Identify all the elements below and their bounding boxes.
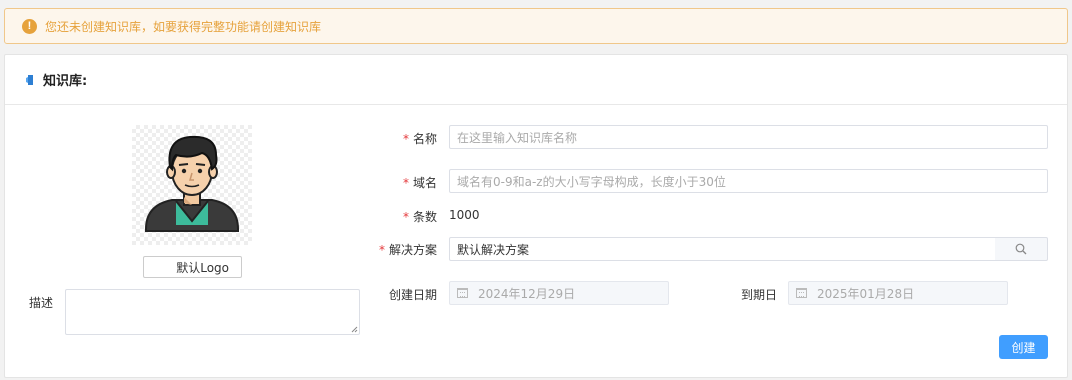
description-textarea[interactable] [65, 289, 360, 335]
created-date-label: 创建日期 [388, 288, 437, 302]
description-label: 描述 [29, 296, 54, 310]
user-avatar-icon [145, 135, 239, 232]
name-label: * 名称 [402, 132, 437, 146]
solution-search-button[interactable] [995, 237, 1048, 261]
calendar-icon [796, 288, 807, 298]
panel-header: 知识库: [5, 55, 1067, 105]
expiry-date-input: 2025年01月28日 [788, 281, 1008, 305]
count-value: 1000 [449, 208, 480, 222]
knowledge-base-panel: 知识库: 默认Logo * 名称 在这里输入知识库名称 * 域名 域名有0-9和a-… [4, 54, 1068, 378]
warning-alert: ! 您还未创建知识库，如要获得完整功能请创建知识库 [4, 8, 1068, 44]
resize-handle-icon[interactable] [351, 326, 358, 333]
warning-icon: ! [22, 18, 37, 34]
solution-label: * 解决方案 [378, 243, 437, 257]
panel-title: 知识库: [43, 74, 88, 89]
default-logo-button[interactable]: 默认Logo [143, 256, 242, 278]
solution-input[interactable]: 默认解决方案 [449, 237, 996, 261]
domain-label: * 域名 [402, 176, 437, 190]
name-input[interactable]: 在这里输入知识库名称 [449, 125, 1048, 149]
search-icon [1015, 243, 1027, 255]
alert-text: 您还未创建知识库，如要获得完整功能请创建知识库 [45, 19, 322, 34]
knowledge-base-icon [26, 74, 33, 85]
calendar-icon [457, 288, 468, 298]
create-button[interactable]: 创建 [999, 335, 1048, 359]
avatar[interactable] [132, 125, 252, 245]
created-date-input: 2024年12月29日 [449, 281, 669, 305]
expiry-date-label: 到期日 [740, 288, 777, 302]
count-label: * 条数 [402, 210, 437, 224]
domain-input[interactable]: 域名有0-9和a-z的大小写字母构成，长度小于30位 [449, 169, 1048, 193]
